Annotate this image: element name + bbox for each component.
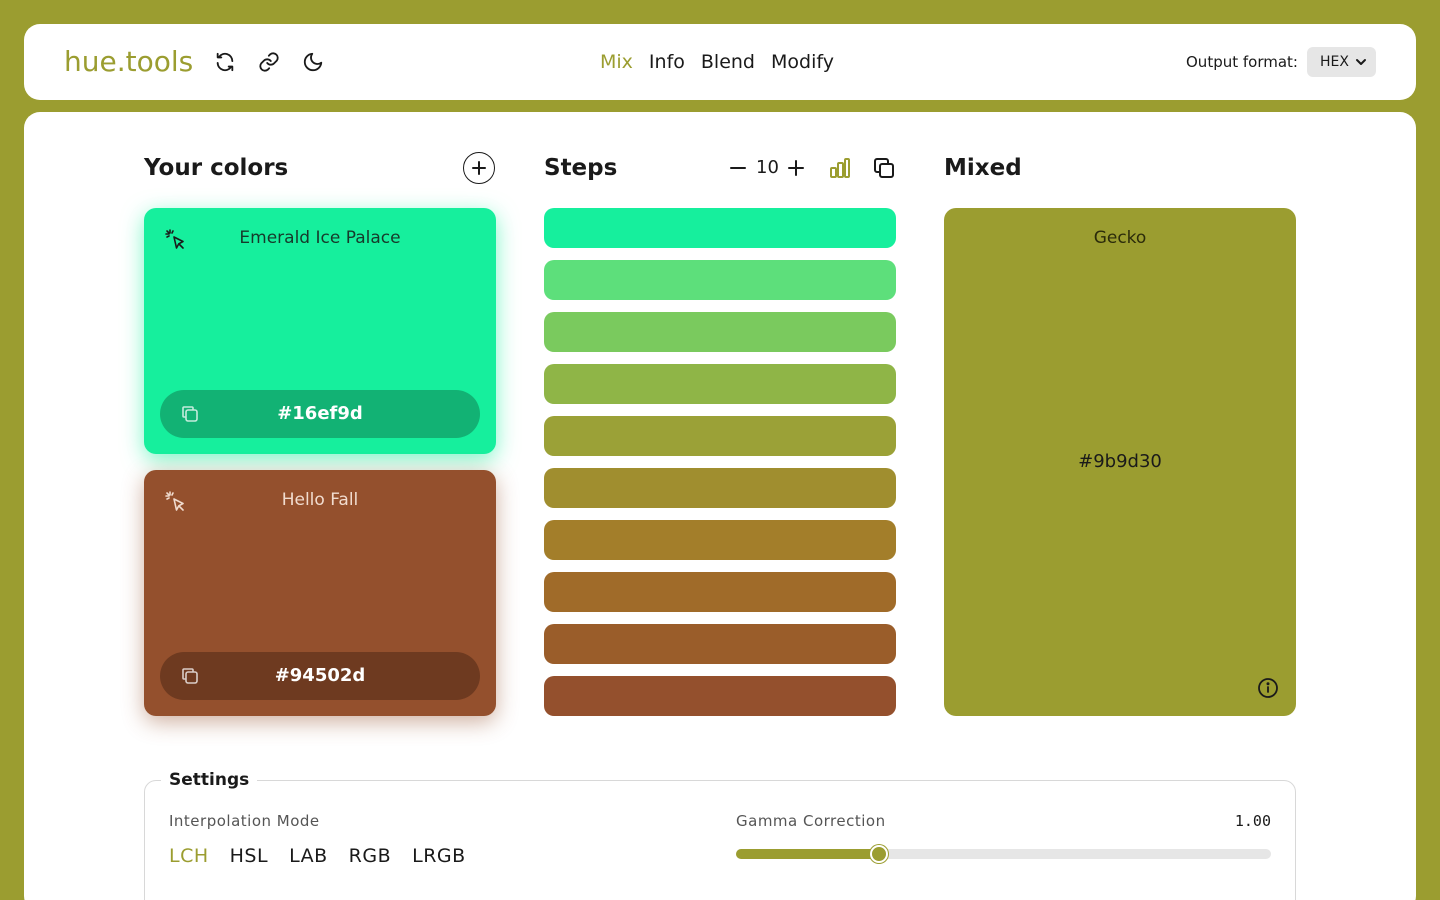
settings-section: Settings Interpolation Mode LCH HSL LAB … (144, 767, 1296, 900)
bar-chart-icon[interactable] (828, 156, 852, 180)
step-swatch[interactable] (544, 468, 896, 508)
nav-modify[interactable]: Modify (771, 48, 834, 76)
copy-all-icon[interactable] (872, 156, 896, 180)
refresh-icon[interactable] (213, 50, 237, 74)
settings-title: Settings (161, 767, 258, 793)
output-format-select[interactable]: HEX (1307, 47, 1376, 77)
mode-lrgb[interactable]: LRGB (412, 843, 466, 869)
color-hex: #94502d (274, 665, 366, 686)
add-color-button[interactable] (463, 152, 495, 184)
color-name: Hello Fall (281, 490, 359, 510)
mode-lab[interactable]: LAB (289, 843, 328, 869)
step-swatch[interactable] (544, 520, 896, 560)
info-icon[interactable] (1256, 676, 1280, 700)
decrease-steps-button[interactable] (728, 158, 748, 178)
chevron-down-icon (1356, 59, 1366, 65)
color-card[interactable]: Emerald Ice Palace #16ef9d (144, 208, 496, 454)
main-nav: Mix Info Blend Modify (600, 48, 834, 76)
color-hex: #16ef9d (277, 403, 363, 424)
mixed-color-name: Gecko (1093, 228, 1147, 248)
header: hue.tools Mix Info Blend Modify Output f… (24, 24, 1416, 100)
mixed-title: Mixed (944, 155, 1022, 181)
moon-icon[interactable] (301, 50, 325, 74)
nav-mix[interactable]: Mix (600, 48, 633, 76)
mixed-color-card[interactable]: Gecko #9b9d30 (944, 208, 1296, 716)
step-swatch[interactable] (544, 364, 896, 404)
step-swatch[interactable] (544, 260, 896, 300)
mode-lch[interactable]: LCH (169, 843, 209, 869)
link-icon[interactable] (257, 50, 281, 74)
copy-hex-button[interactable]: #16ef9d (160, 390, 480, 438)
slider-knob[interactable] (869, 845, 888, 863)
plus-icon (472, 161, 486, 175)
output-format-value: HEX (1320, 54, 1349, 70)
slider-fill (736, 849, 879, 859)
interpolation-modes: LCH HSL LAB RGB LRGB (169, 843, 466, 869)
step-swatch[interactable] (544, 208, 896, 248)
copy-hex-button[interactable]: #94502d (160, 652, 480, 700)
steps-count: 10 (756, 157, 779, 178)
step-swatch[interactable] (544, 416, 896, 456)
nav-blend[interactable]: Blend (701, 48, 755, 76)
gamma-correction-label: Gamma Correction (736, 812, 886, 830)
step-swatch[interactable] (544, 624, 896, 664)
mode-rgb[interactable]: RGB (349, 843, 391, 869)
nav-info[interactable]: Info (649, 48, 685, 76)
gamma-value: 1.00 (1234, 812, 1271, 830)
interpolation-mode-label: Interpolation Mode (169, 812, 320, 830)
gamma-slider[interactable] (736, 845, 1271, 863)
mode-hsl[interactable]: HSL (230, 843, 268, 869)
color-name: Emerald Ice Palace (239, 228, 401, 248)
output-format-label: Output format: (1186, 53, 1298, 71)
increase-steps-button[interactable] (786, 158, 806, 178)
your-colors-title: Your colors (144, 155, 289, 181)
step-swatch[interactable] (544, 572, 896, 612)
step-swatch[interactable] (544, 312, 896, 352)
main-panel: Your colors Emerald Ice Palace #16ef9d H… (24, 112, 1416, 900)
color-card[interactable]: Hello Fall #94502d (144, 470, 496, 716)
app-logo[interactable]: hue.tools (64, 42, 193, 82)
mixed-color-hex: #9b9d30 (1078, 451, 1162, 472)
steps-title: Steps (544, 155, 618, 181)
step-swatch[interactable] (544, 676, 896, 716)
